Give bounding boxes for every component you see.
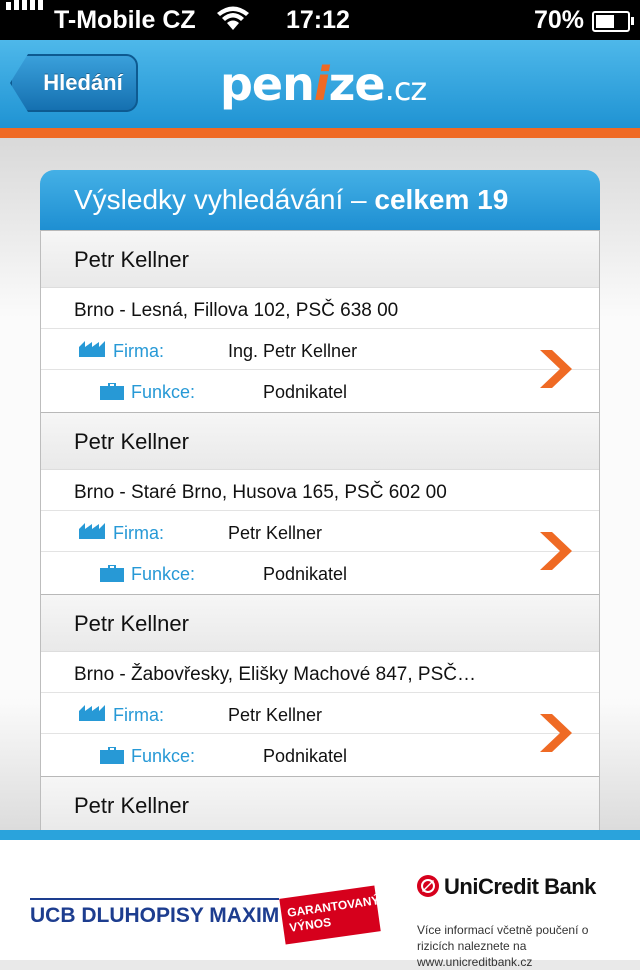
results-title: Výsledky vyhledávání – [74, 184, 367, 215]
ad-product-name: UCB DLUHOPISY MAXIM [30, 898, 280, 928]
factory-icon [79, 523, 105, 539]
result-item[interactable]: Petr Kellner Brno - Žabovřesky, Elišky M… [40, 594, 600, 776]
result-item[interactable]: Petr Kellner Brno - Lesná, Fillova 102, … [40, 230, 600, 412]
results-header: Výsledky vyhledávání – celkem 19 [40, 170, 600, 230]
result-address: Brno - Žabovřesky, Elišky Machové 847, P… [41, 652, 599, 693]
firma-label: Firma: [113, 523, 164, 543]
accent-stripe [0, 128, 640, 138]
result-name: Petr Kellner [41, 230, 599, 288]
carrier-name: T-Mobile CZ [54, 6, 196, 34]
battery-percent: 70% [534, 6, 585, 34]
logo-text-start: pen [220, 57, 315, 111]
back-button[interactable]: Hledání [10, 54, 138, 112]
funkce-value: Podnikatel [263, 746, 348, 766]
unicredit-logo-icon [417, 875, 439, 897]
result-name: Petr Kellner [41, 412, 599, 470]
funkce-row: Funkce: Podnikatel [41, 370, 599, 412]
result-item[interactable]: Petr Kellner Brno - Staré Brno, Husova 1… [40, 412, 600, 594]
result-address: Brno - Staré Brno, Husova 165, PSČ 602 0… [41, 470, 599, 511]
results-card: Výsledky vyhledávání – celkem 19 Petr Ke… [40, 170, 600, 830]
ad-info-text: Více informací včetně poučení o rizicích… [417, 923, 589, 969]
result-name: Petr Kellner [41, 776, 599, 830]
firma-row: Firma: Petr Kellner [41, 693, 599, 734]
chevron-right-icon[interactable] [538, 348, 574, 390]
briefcase-icon [100, 383, 124, 400]
funkce-label: Funkce: [131, 382, 196, 402]
firma-value: Petr Kellner [228, 523, 323, 543]
back-button-label: Hledání [43, 70, 123, 95]
firma-label: Firma: [113, 341, 164, 361]
wifi-icon [216, 6, 250, 39]
chevron-right-icon[interactable] [538, 530, 574, 572]
chevron-right-icon[interactable] [538, 712, 574, 754]
status-bar: T-Mobile CZ 17:12 70% [0, 0, 640, 40]
logo-text-accent: i [313, 57, 330, 111]
ad-banner[interactable]: UCB DLUHOPISY MAXIM GARANTOVANÝ VÝNOS Un… [0, 830, 640, 969]
funkce-row: Funkce: Podnikatel [41, 734, 599, 776]
app-logo: penize.cz [220, 54, 428, 114]
firma-value: Ing. Petr Kellner [228, 341, 358, 361]
factory-icon [79, 341, 105, 357]
result-address: Brno - Lesná, Fillova 102, PSČ 638 00 [41, 288, 599, 329]
result-item[interactable]: Petr Kellner [40, 776, 600, 830]
content-area: Výsledky vyhledávání – celkem 19 Petr Ke… [0, 138, 640, 830]
funkce-row: Funkce: Podnikatel [41, 552, 599, 594]
result-name: Petr Kellner [41, 594, 599, 652]
logo-domain: .cz [384, 70, 428, 108]
funkce-value: Podnikatel [263, 564, 348, 584]
briefcase-icon [100, 565, 124, 582]
bank-name: UniCredit Bank [444, 874, 596, 899]
firma-row: Firma: Ing. Petr Kellner [41, 329, 599, 370]
ad-badge: GARANTOVANÝ VÝNOS [279, 885, 381, 945]
logo-text-end: ze [328, 57, 386, 111]
firma-value: Petr Kellner [228, 705, 323, 725]
briefcase-icon [100, 747, 124, 764]
firma-label: Firma: [113, 705, 164, 725]
funkce-label: Funkce: [131, 564, 196, 584]
funkce-value: Podnikatel [263, 382, 348, 402]
funkce-label: Funkce: [131, 746, 196, 766]
results-count: celkem 19 [374, 184, 509, 215]
clock: 17:12 [286, 6, 350, 34]
firma-row: Firma: Petr Kellner [41, 511, 599, 552]
factory-icon [79, 705, 105, 721]
battery-icon [592, 11, 634, 32]
